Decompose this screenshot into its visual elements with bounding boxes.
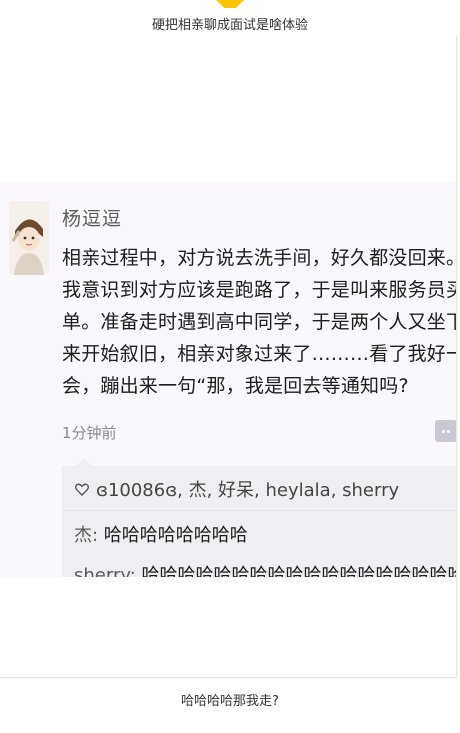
comment-colon: : bbox=[129, 565, 142, 577]
post-username[interactable]: 杨逗逗 bbox=[62, 204, 122, 231]
avatar bbox=[9, 201, 49, 275]
likes-row: ɞ10086ɞ, 杰, 好呆, heylala, sherry bbox=[74, 476, 399, 502]
likes-names[interactable]: ɞ10086ɞ, 杰, 好呆, heylala, sherry bbox=[96, 476, 399, 502]
image-card: 杨逗逗 相亲过程中，对方说去洗手间，好久都没回来。 我意识到对方应该是跑路了，于… bbox=[0, 35, 457, 678]
top-marker bbox=[206, 0, 254, 8]
post-body-line: 我意识到对方应该是跑路了，于是叫来服务员买 bbox=[62, 279, 456, 301]
post-body-line: 来开始叙旧，相亲对象过来了………看了我好一 bbox=[62, 343, 456, 365]
comment-author: sherry bbox=[74, 565, 130, 577]
comment-item[interactable]: sherry: 哈哈哈哈哈哈哈哈哈哈哈哈哈哈哈哈哈哈 bbox=[74, 561, 456, 577]
comment-text: 哈哈哈哈哈哈哈哈哈哈哈哈哈哈哈哈哈哈 bbox=[141, 565, 456, 577]
comment-item[interactable]: 杰: 哈哈哈哈哈哈哈哈 bbox=[74, 521, 248, 547]
moments-post-screenshot: 杨逗逗 相亲过程中，对方说去洗手间，好久都没回来。 我意识到对方应该是跑路了，于… bbox=[0, 182, 456, 577]
comment-author: 杰 bbox=[74, 525, 92, 546]
caption-bottom: 哈哈哈哈那我走? bbox=[181, 694, 279, 709]
comment-text: 哈哈哈哈哈哈哈哈 bbox=[103, 525, 248, 546]
post-body-line: 会，蹦出来一句“那，我是回去等通知吗? bbox=[62, 375, 409, 397]
heart-outline-icon bbox=[75, 483, 89, 496]
post-body: 相亲过程中，对方说去洗手间，好久都没回来。 我意识到对方应该是跑路了，于是叫来服… bbox=[62, 242, 456, 402]
divider bbox=[62, 510, 456, 511]
post-body-line: 单。准备走时遇到高中同学，于是两个人又坐下 bbox=[62, 311, 456, 333]
more-button[interactable] bbox=[435, 420, 456, 442]
post-timestamp: 1分钟前 bbox=[62, 424, 117, 442]
comments-panel: ɞ10086ɞ, 杰, 好呆, heylala, sherry 杰: 哈哈哈哈哈… bbox=[62, 458, 456, 577]
more-dot bbox=[447, 429, 450, 433]
comment-colon: : bbox=[92, 525, 104, 546]
post-body-line: 相亲过程中，对方说去洗手间，好久都没回来。 bbox=[62, 247, 456, 269]
more-dots-icon bbox=[442, 429, 445, 433]
caption-top: 硬把相亲聊成面试是啥体验 bbox=[151, 18, 308, 33]
